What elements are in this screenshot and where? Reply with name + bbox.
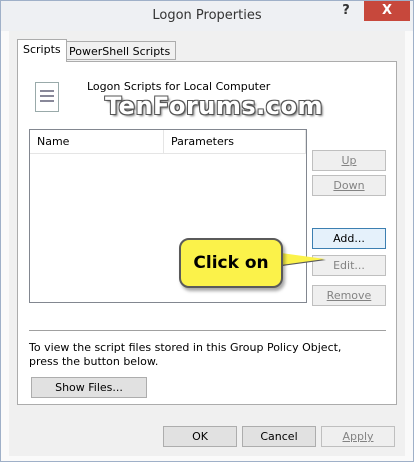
remove-button-label: Remove <box>326 289 372 302</box>
ok-button[interactable]: OK <box>163 426 237 447</box>
apply-button[interactable]: Apply <box>321 426 395 447</box>
tab-powershell-scripts-label: PowerShell Scripts <box>69 45 171 58</box>
separator <box>29 330 386 331</box>
ok-button-label: OK <box>192 430 208 443</box>
watermark: TenForums.com <box>105 92 324 120</box>
script-file-icon <box>35 82 59 112</box>
tab-scripts[interactable]: Scripts <box>17 39 67 62</box>
column-header-name-label: Name <box>37 135 70 148</box>
click-on-callout: Click on <box>179 238 283 288</box>
show-files-button[interactable]: Show Files... <box>31 377 147 398</box>
dialog-body: Scripts PowerShell Scripts Logon Scripts… <box>9 31 405 456</box>
show-files-button-label: Show Files... <box>55 381 123 394</box>
cancel-button[interactable]: Cancel <box>242 426 316 447</box>
apply-button-label: Apply <box>342 430 374 443</box>
close-button[interactable]: X <box>364 1 410 21</box>
edit-button-label: Edit... <box>333 259 365 272</box>
up-button-label: Up <box>341 154 357 167</box>
up-button[interactable]: Up <box>312 150 386 171</box>
column-header-parameters[interactable]: Parameters <box>164 130 306 154</box>
help-button[interactable]: ? <box>332 1 360 21</box>
tab-scripts-label: Scripts <box>23 43 61 56</box>
tab-powershell-scripts[interactable]: PowerShell Scripts <box>63 41 177 60</box>
remove-button[interactable]: Remove <box>312 285 386 306</box>
column-header-parameters-label: Parameters <box>171 135 234 148</box>
add-button-label: Add... <box>333 232 365 245</box>
down-button-label: Down <box>333 179 365 192</box>
show-files-note: To view the script files stored in this … <box>29 341 342 368</box>
callout-arrow <box>281 253 325 265</box>
cancel-button-label: Cancel <box>260 430 298 443</box>
add-button[interactable]: Add... <box>312 228 386 249</box>
down-button[interactable]: Down <box>312 175 386 196</box>
column-header-name[interactable]: Name <box>30 130 164 154</box>
